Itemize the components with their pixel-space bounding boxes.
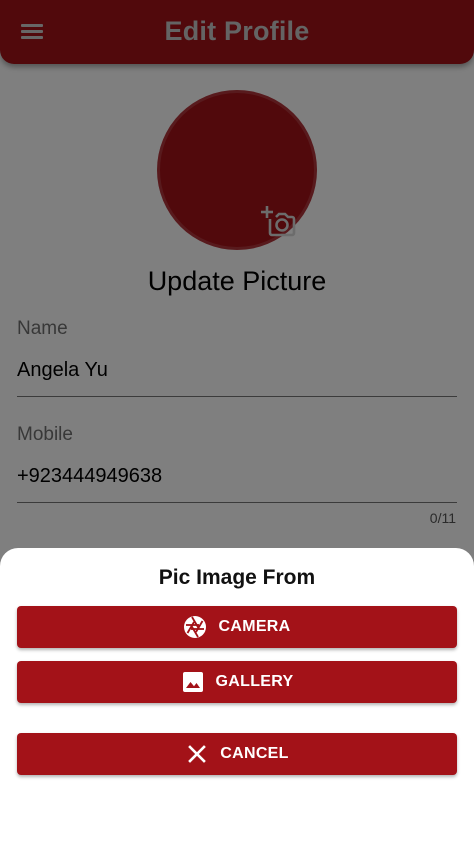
camera-shutter-icon <box>183 615 207 639</box>
camera-button[interactable]: CAMERA <box>17 606 457 648</box>
gallery-button[interactable]: GALLERY <box>17 661 457 703</box>
cancel-button[interactable]: CANCEL <box>17 733 457 775</box>
bottom-sheet: Pic Image From CAMERA GALLERY CANCEL <box>0 548 474 842</box>
cancel-label: CANCEL <box>220 745 289 762</box>
sheet-title: Pic Image From <box>158 566 316 589</box>
image-icon <box>181 670 205 694</box>
close-icon <box>185 742 209 766</box>
gallery-label: GALLERY <box>215 673 294 690</box>
camera-label: CAMERA <box>218 618 291 635</box>
